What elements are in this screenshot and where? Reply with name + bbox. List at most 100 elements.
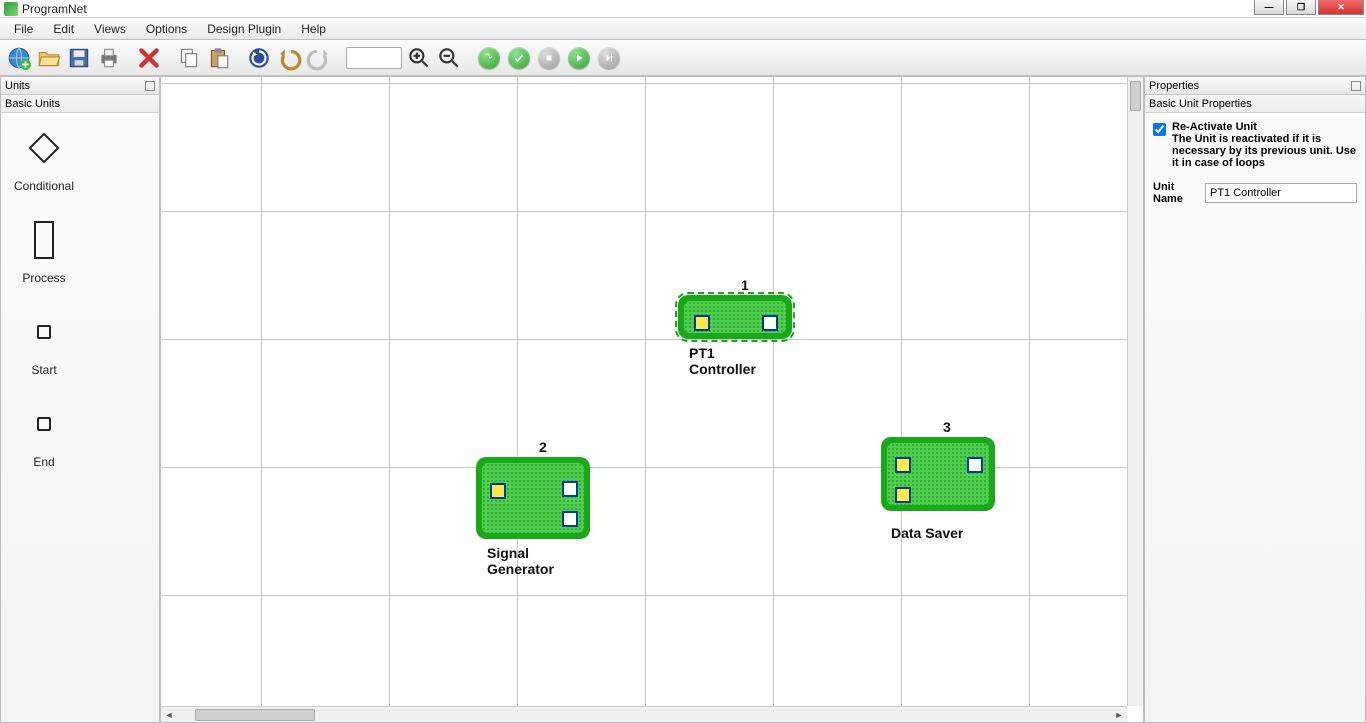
port-out[interactable]: [762, 315, 778, 331]
delete-button[interactable]: [136, 45, 162, 71]
unit-name-input[interactable]: [1205, 183, 1357, 203]
menu-views[interactable]: Views: [84, 19, 136, 39]
zoom-out-icon: [436, 45, 462, 71]
node-number: 2: [539, 439, 547, 455]
canvas-scrollbar-vertical[interactable]: [1127, 77, 1143, 706]
run-button[interactable]: [476, 45, 502, 71]
canvas-node[interactable]: [678, 295, 792, 339]
canvas-node[interactable]: [881, 437, 995, 511]
node-inner: [482, 463, 584, 533]
palette-label: End: [33, 455, 54, 469]
menu-edit[interactable]: Edit: [43, 19, 84, 39]
rectangle-icon: [34, 219, 54, 261]
properties-body: Re-Activate Unit The Unit is reactivated…: [1145, 113, 1365, 213]
port-out[interactable]: [967, 457, 983, 473]
stop-icon: [538, 47, 560, 69]
new-button[interactable]: [6, 45, 32, 71]
properties-panel-section[interactable]: Basic Unit Properties: [1145, 95, 1365, 113]
dock-icon[interactable]: [1351, 81, 1361, 91]
node-inner: [684, 301, 786, 333]
palette-end[interactable]: End: [7, 403, 81, 469]
node-inner: [887, 443, 989, 505]
refresh-button[interactable]: [246, 45, 272, 71]
design-canvas[interactable]: 1PT1 Controller2Signal Generator3Data Sa…: [160, 76, 1144, 723]
main-area: Units Basic Units Conditional Process St…: [0, 76, 1366, 723]
port-in[interactable]: [490, 483, 506, 499]
zoom-in-button[interactable]: [406, 45, 432, 71]
scroll-right-icon[interactable]: ►: [1111, 708, 1127, 722]
run-icon: [478, 47, 500, 69]
menubar: File Edit Views Options Design Plugin He…: [0, 18, 1366, 40]
copy-button[interactable]: [176, 45, 202, 71]
units-panel: Units Basic Units Conditional Process St…: [0, 76, 160, 723]
scroll-track[interactable]: [177, 708, 1111, 722]
step-button[interactable]: [596, 45, 622, 71]
menu-file[interactable]: File: [4, 19, 43, 39]
minimize-button[interactable]: —: [1254, 0, 1284, 15]
start-icon: [37, 311, 51, 353]
print-icon: [96, 45, 122, 71]
menu-help[interactable]: Help: [291, 19, 336, 39]
reactivate-desc: The Unit is reactivated if it is necessa…: [1172, 133, 1357, 169]
print-button[interactable]: [96, 45, 122, 71]
palette-conditional[interactable]: Conditional: [7, 127, 81, 193]
unit-palette: Conditional Process Start End: [1, 113, 159, 509]
port-in[interactable]: [694, 315, 710, 331]
play-icon: [568, 47, 590, 69]
play-button[interactable]: [566, 45, 592, 71]
step-icon: [598, 47, 620, 69]
properties-panel-header[interactable]: Properties: [1145, 77, 1365, 95]
palette-label: Conditional: [14, 179, 74, 193]
check-icon: [508, 47, 530, 69]
canvas-scrollbar-horizontal[interactable]: ◄ ►: [161, 706, 1127, 722]
units-panel-section-label: Basic Units: [5, 98, 60, 110]
canvas-node[interactable]: [476, 457, 590, 539]
scrollbar-thumb[interactable]: [195, 709, 315, 721]
zoom-in-icon: [406, 45, 432, 71]
port-out[interactable]: [562, 481, 578, 497]
reactivate-text: Re-Activate Unit The Unit is reactivated…: [1172, 121, 1357, 169]
paste-icon: [206, 45, 232, 71]
undo-button[interactable]: [276, 45, 302, 71]
check-button[interactable]: [506, 45, 532, 71]
reactivate-checkbox[interactable]: [1153, 123, 1166, 136]
folder-open-icon: [36, 45, 62, 71]
scroll-left-icon[interactable]: ◄: [161, 708, 177, 722]
menu-design-plugin[interactable]: Design Plugin: [197, 19, 291, 39]
units-panel-title: Units: [5, 80, 30, 92]
port-out[interactable]: [562, 511, 578, 527]
scrollbar-thumb[interactable]: [1130, 81, 1141, 111]
node-label: Signal Generator: [487, 545, 554, 577]
window-controls: — ❐ ✕: [1252, 0, 1364, 15]
zoom-out-button[interactable]: [436, 45, 462, 71]
units-panel-section[interactable]: Basic Units: [1, 95, 159, 113]
units-panel-header[interactable]: Units: [1, 77, 159, 95]
titlebar: ProgramNet — ❐ ✕: [0, 0, 1366, 18]
close-button[interactable]: ✕: [1318, 0, 1364, 15]
maximize-button[interactable]: ❐: [1286, 0, 1316, 15]
delete-x-icon: [136, 45, 162, 71]
reactivate-row: Re-Activate Unit The Unit is reactivated…: [1153, 121, 1357, 169]
node-label: Data Saver: [891, 525, 963, 541]
dock-icon[interactable]: [145, 81, 155, 91]
palette-process[interactable]: Process: [7, 219, 81, 285]
refresh-icon: [246, 45, 272, 71]
properties-panel: Properties Basic Unit Properties Re-Acti…: [1144, 76, 1366, 723]
menu-options[interactable]: Options: [136, 19, 197, 39]
canvas-grid: [161, 77, 1143, 722]
port-in[interactable]: [895, 487, 911, 503]
open-button[interactable]: [36, 45, 62, 71]
reactivate-label: Re-Activate Unit: [1172, 121, 1357, 133]
app-icon: [4, 2, 18, 16]
redo-button[interactable]: [306, 45, 332, 71]
palette-label: Start: [31, 363, 56, 377]
port-in[interactable]: [895, 457, 911, 473]
node-number: 3: [943, 419, 951, 435]
palette-start[interactable]: Start: [7, 311, 81, 377]
paste-button[interactable]: [206, 45, 232, 71]
node-label: PT1 Controller: [689, 345, 756, 377]
toolbar-search-input[interactable]: [346, 47, 402, 69]
unit-name-row: Unit Name: [1153, 181, 1357, 205]
save-button[interactable]: [66, 45, 92, 71]
stop-button[interactable]: [536, 45, 562, 71]
